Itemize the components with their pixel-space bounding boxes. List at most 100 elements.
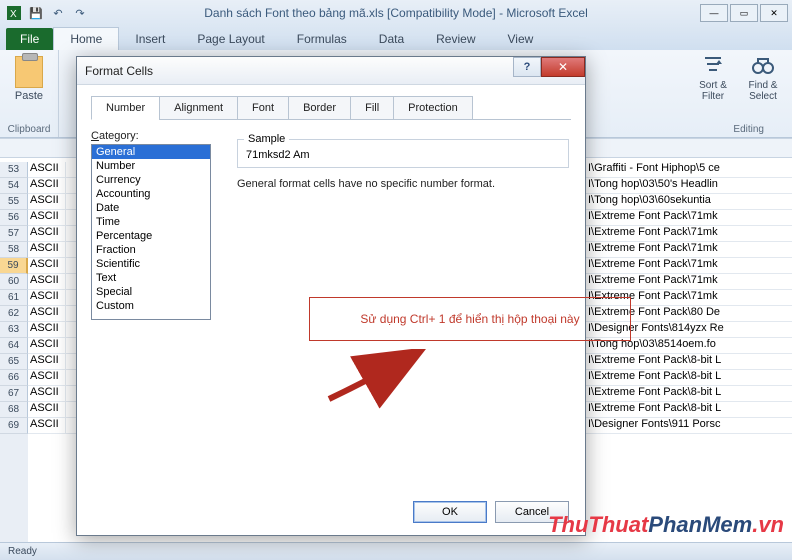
cell[interactable]: ASCII: [28, 194, 66, 209]
row-header[interactable]: 56: [0, 210, 28, 226]
window-title: Danh sách Font theo bảng mã.xls [Compati…: [204, 6, 588, 20]
cell[interactable]: ASCII: [28, 258, 66, 273]
redo-icon[interactable]: ↷: [70, 3, 90, 23]
cell[interactable]: I\Extreme Font Pack\8-bit L: [586, 402, 792, 418]
dialog-help-button[interactable]: ?: [513, 57, 541, 77]
excel-icon[interactable]: X: [4, 3, 24, 23]
row-header[interactable]: 61: [0, 290, 28, 306]
cell[interactable]: ASCII: [28, 354, 66, 369]
file-tab[interactable]: File: [6, 28, 53, 50]
category-listbox[interactable]: GeneralNumberCurrencyAccountingDateTimeP…: [91, 144, 211, 320]
cell[interactable]: ASCII: [28, 418, 66, 433]
cell[interactable]: ASCII: [28, 290, 66, 305]
editing-group-label: Editing: [733, 124, 764, 135]
cell[interactable]: I\Extreme Font Pack\71mk: [586, 210, 792, 226]
annotation-arrow-icon: [321, 349, 431, 409]
cell[interactable]: ASCII: [28, 306, 66, 321]
dialog-close-button[interactable]: ✕: [541, 57, 585, 77]
category-item[interactable]: Fraction: [92, 243, 210, 257]
number-right-pane: Sample 71mksd2 Am General format cells h…: [237, 133, 569, 190]
row-header[interactable]: 59: [0, 258, 28, 274]
ok-button[interactable]: OK: [413, 501, 487, 523]
category-item[interactable]: General: [92, 145, 210, 159]
tab-data[interactable]: Data: [363, 28, 420, 50]
dlg-tab-fill[interactable]: Fill: [350, 96, 394, 120]
cell[interactable]: ASCII: [28, 386, 66, 401]
cell[interactable]: ASCII: [28, 274, 66, 289]
cell[interactable]: I\Graffiti - Font Hiphop\5 ce: [586, 162, 792, 178]
row-header[interactable]: 58: [0, 242, 28, 258]
cell[interactable]: ASCII: [28, 226, 66, 241]
tab-home[interactable]: Home: [53, 27, 119, 50]
cell[interactable]: I\Extreme Font Pack\8-bit L: [586, 354, 792, 370]
cell[interactable]: ASCII: [28, 370, 66, 385]
cell[interactable]: ASCII: [28, 210, 66, 225]
minimize-button[interactable]: —: [700, 4, 728, 22]
row-header[interactable]: 69: [0, 418, 28, 434]
annotation-box: Sử dụng Ctrl+ 1 để hiển thị hộp thoại nà…: [309, 297, 631, 341]
maximize-button[interactable]: ▭: [730, 4, 758, 22]
tab-page-layout[interactable]: Page Layout: [181, 28, 280, 50]
tab-review[interactable]: Review: [420, 28, 491, 50]
dialog-tabs: Number Alignment Font Border Fill Protec…: [91, 95, 571, 120]
row-header[interactable]: 63: [0, 322, 28, 338]
dialog-title-bar[interactable]: Format Cells ? ✕: [77, 57, 585, 85]
tab-formulas[interactable]: Formulas: [281, 28, 363, 50]
category-item[interactable]: Special: [92, 285, 210, 299]
cell[interactable]: ASCII: [28, 322, 66, 337]
cell[interactable]: ASCII: [28, 178, 66, 193]
category-item[interactable]: Number: [92, 159, 210, 173]
category-item[interactable]: Text: [92, 271, 210, 285]
cell[interactable]: I\Extreme Font Pack\71mk: [586, 258, 792, 274]
watermark: ThuThuatPhanMem.vn: [548, 512, 784, 538]
row-header[interactable]: 57: [0, 226, 28, 242]
cell[interactable]: ASCII: [28, 402, 66, 417]
category-item[interactable]: Scientific: [92, 257, 210, 271]
find-select-button[interactable]: Find & Select: [742, 54, 784, 102]
tab-view[interactable]: View: [492, 28, 550, 50]
dlg-tab-protection[interactable]: Protection: [393, 96, 473, 120]
find-select-label: Find & Select: [742, 80, 784, 102]
quick-access-toolbar: X 💾 ↶ ↷: [4, 3, 90, 23]
row-header[interactable]: 53: [0, 162, 28, 178]
row-header[interactable]: 68: [0, 402, 28, 418]
row-header[interactable]: 65: [0, 354, 28, 370]
category-item[interactable]: Date: [92, 201, 210, 215]
dlg-tab-number[interactable]: Number: [91, 96, 160, 120]
undo-icon[interactable]: ↶: [48, 3, 68, 23]
cell[interactable]: ASCII: [28, 162, 66, 177]
close-button[interactable]: ✕: [760, 4, 788, 22]
cell[interactable]: I\Designer Fonts\911 Porsc: [586, 418, 792, 434]
tab-insert[interactable]: Insert: [119, 28, 181, 50]
category-item[interactable]: Accounting: [92, 187, 210, 201]
paste-button[interactable]: Paste: [6, 54, 52, 116]
category-item[interactable]: Time: [92, 215, 210, 229]
cell[interactable]: I\Extreme Font Pack\71mk: [586, 226, 792, 242]
category-item[interactable]: Percentage: [92, 229, 210, 243]
dlg-tab-border[interactable]: Border: [288, 96, 351, 120]
cell[interactable]: I\Extreme Font Pack\8-bit L: [586, 370, 792, 386]
save-icon[interactable]: 💾: [26, 3, 46, 23]
dlg-tab-alignment[interactable]: Alignment: [159, 96, 238, 120]
row-header[interactable]: 66: [0, 370, 28, 386]
dlg-tab-font[interactable]: Font: [237, 96, 289, 120]
row-header[interactable]: 64: [0, 338, 28, 354]
row-header[interactable]: 62: [0, 306, 28, 322]
row-header[interactable]: 60: [0, 274, 28, 290]
category-item[interactable]: Currency: [92, 173, 210, 187]
cell[interactable]: I\Tong hop\03\50's Headlin: [586, 178, 792, 194]
cell[interactable]: I\Extreme Font Pack\71mk: [586, 274, 792, 290]
cell[interactable]: I\Extreme Font Pack\71mk: [586, 242, 792, 258]
row-header[interactable]: 55: [0, 194, 28, 210]
category-item[interactable]: Custom: [92, 299, 210, 313]
sample-value: 71mksd2 Am: [238, 145, 568, 167]
row-header[interactable]: 54: [0, 178, 28, 194]
right-column[interactable]: I\Graffiti - Font Hiphop\5 ceI\Tong hop\…: [586, 162, 792, 542]
cell[interactable]: I\Extreme Font Pack\8-bit L: [586, 386, 792, 402]
cell[interactable]: ASCII: [28, 242, 66, 257]
row-header[interactable]: 67: [0, 386, 28, 402]
sample-fieldset: Sample 71mksd2 Am: [237, 133, 569, 168]
cell[interactable]: I\Tong hop\03\60sekuntia: [586, 194, 792, 210]
sort-filter-button[interactable]: Sort & Filter: [692, 54, 734, 102]
cell[interactable]: ASCII: [28, 338, 66, 353]
